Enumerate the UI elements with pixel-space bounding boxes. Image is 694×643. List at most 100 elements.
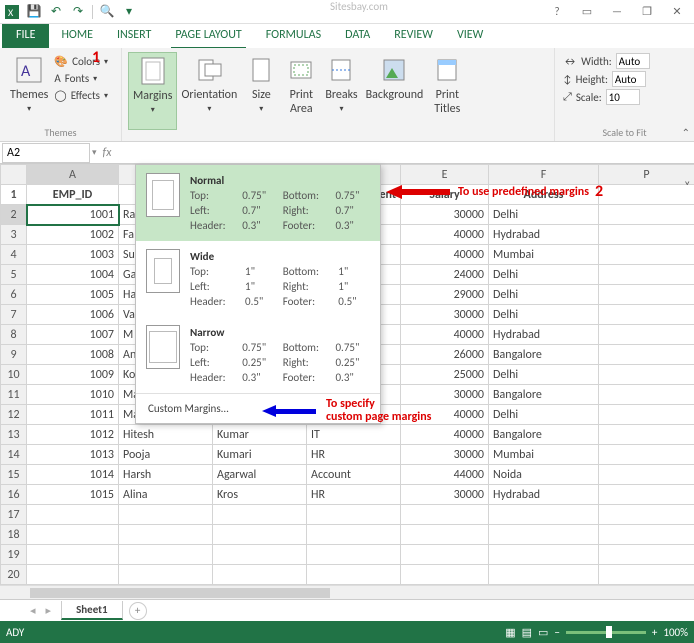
cell[interactable] bbox=[119, 525, 213, 545]
cell[interactable]: IT bbox=[307, 425, 401, 445]
cell[interactable] bbox=[307, 565, 401, 585]
cell[interactable]: 30000 bbox=[401, 485, 489, 505]
cell[interactable]: Delhi bbox=[489, 265, 599, 285]
cell[interactable] bbox=[599, 285, 694, 305]
cell[interactable] bbox=[599, 325, 694, 345]
cell[interactable] bbox=[213, 565, 307, 585]
cell[interactable]: 1005 bbox=[27, 285, 119, 305]
cell[interactable] bbox=[119, 545, 213, 565]
cell[interactable]: 40000 bbox=[401, 245, 489, 265]
zoom-out-icon[interactable]: − bbox=[554, 626, 559, 639]
cell[interactable]: Pooja bbox=[119, 445, 213, 465]
cell[interactable]: 40000 bbox=[401, 225, 489, 245]
close-icon[interactable]: ✕ bbox=[664, 2, 690, 22]
cell[interactable]: Bangalore bbox=[489, 425, 599, 445]
tab-insert[interactable]: INSERT bbox=[105, 24, 163, 48]
undo-icon[interactable]: ↶ bbox=[48, 4, 64, 20]
sheet-nav-next-icon[interactable]: ▸ bbox=[46, 604, 52, 617]
cell[interactable] bbox=[599, 505, 694, 525]
cell[interactable]: Bangalore bbox=[489, 345, 599, 365]
cell[interactable]: Kros bbox=[213, 485, 307, 505]
breaks-button[interactable]: Breaks▾ bbox=[321, 52, 361, 139]
view-normal-icon[interactable]: ▦ bbox=[505, 626, 515, 639]
ribbon-display-icon[interactable]: ▭ bbox=[574, 2, 600, 22]
cell[interactable]: 24000 bbox=[401, 265, 489, 285]
cell[interactable] bbox=[27, 565, 119, 585]
background-button[interactable]: Background bbox=[362, 52, 428, 139]
cell[interactable] bbox=[213, 545, 307, 565]
cell[interactable]: 29000 bbox=[401, 285, 489, 305]
row-header[interactable]: 5 bbox=[1, 265, 27, 285]
tab-view[interactable]: VIEW bbox=[445, 24, 495, 48]
cell[interactable] bbox=[599, 425, 694, 445]
row-header[interactable]: 14 bbox=[1, 445, 27, 465]
cell[interactable]: Delhi bbox=[489, 365, 599, 385]
cell[interactable] bbox=[599, 245, 694, 265]
cell[interactable]: 1015 bbox=[27, 485, 119, 505]
view-page-layout-icon[interactable]: ▤ bbox=[522, 626, 532, 639]
cell[interactable]: 40000 bbox=[401, 325, 489, 345]
name-box[interactable] bbox=[2, 143, 90, 163]
cell[interactable] bbox=[489, 525, 599, 545]
cell[interactable] bbox=[599, 545, 694, 565]
minimize-icon[interactable]: — bbox=[604, 2, 630, 22]
cell[interactable]: HR bbox=[307, 445, 401, 465]
cell[interactable] bbox=[489, 505, 599, 525]
cell[interactable]: 1006 bbox=[27, 305, 119, 325]
cell[interactable] bbox=[599, 465, 694, 485]
row-header[interactable]: 18 bbox=[1, 525, 27, 545]
print-titles-button[interactable]: Print Titles bbox=[427, 52, 467, 139]
help-icon[interactable]: ? bbox=[544, 2, 570, 22]
width-input[interactable] bbox=[616, 53, 650, 69]
size-button[interactable]: Size▾ bbox=[241, 52, 281, 139]
cell[interactable]: 1014 bbox=[27, 465, 119, 485]
row-header[interactable]: 11 bbox=[1, 385, 27, 405]
scale-width[interactable]: ↔Width: bbox=[561, 52, 688, 70]
cell[interactable]: 30000 bbox=[401, 445, 489, 465]
sheet-tab[interactable]: Sheet1 bbox=[61, 601, 123, 620]
cell[interactable] bbox=[599, 345, 694, 365]
margins-option-normal[interactable]: Normal Top:0.75"Bottom:0.75" Left:0.7"Ri… bbox=[136, 165, 380, 241]
cell[interactable] bbox=[599, 265, 694, 285]
scrollbar-thumb[interactable] bbox=[30, 588, 330, 598]
cell[interactable]: 40000 bbox=[401, 425, 489, 445]
cell[interactable] bbox=[599, 185, 694, 205]
scale-height[interactable]: ↕Height: bbox=[561, 70, 688, 88]
cell[interactable]: Harsh bbox=[119, 465, 213, 485]
cell[interactable] bbox=[599, 405, 694, 425]
cell[interactable] bbox=[307, 525, 401, 545]
cell[interactable] bbox=[599, 365, 694, 385]
cell[interactable] bbox=[27, 505, 119, 525]
qat-dropdown-icon[interactable]: ▾ bbox=[121, 4, 137, 20]
cell[interactable]: 26000 bbox=[401, 345, 489, 365]
cell[interactable]: Mumbai bbox=[489, 245, 599, 265]
cell[interactable]: Hydrabad bbox=[489, 325, 599, 345]
zoom-slider[interactable] bbox=[566, 631, 646, 634]
view-page-break-icon[interactable]: ▭ bbox=[538, 626, 548, 639]
colors-button[interactable]: 🎨Colors▾ bbox=[52, 54, 110, 69]
cell[interactable] bbox=[599, 225, 694, 245]
tab-file[interactable]: FILE bbox=[2, 24, 49, 48]
margins-button[interactable]: Margins ▾ bbox=[128, 52, 177, 130]
add-sheet-button[interactable]: + bbox=[129, 602, 147, 620]
cell[interactable] bbox=[119, 505, 213, 525]
cell[interactable] bbox=[213, 505, 307, 525]
cell[interactable]: Noida bbox=[489, 465, 599, 485]
cell[interactable]: EMP_ID bbox=[27, 185, 119, 205]
tab-review[interactable]: REVIEW bbox=[382, 24, 445, 48]
cell[interactable] bbox=[599, 445, 694, 465]
cell[interactable]: 44000 bbox=[401, 465, 489, 485]
cell[interactable]: Hydrabad bbox=[489, 485, 599, 505]
cell[interactable]: 1001 bbox=[27, 205, 119, 225]
row-header[interactable]: 9 bbox=[1, 345, 27, 365]
cell[interactable] bbox=[599, 485, 694, 505]
row-header[interactable]: 15 bbox=[1, 465, 27, 485]
select-all-corner[interactable] bbox=[1, 165, 27, 185]
cell[interactable] bbox=[599, 205, 694, 225]
row-header[interactable]: 20 bbox=[1, 565, 27, 585]
cell[interactable]: Delhi bbox=[489, 285, 599, 305]
tab-data[interactable]: DATA bbox=[333, 24, 382, 48]
save-icon[interactable]: 💾 bbox=[26, 4, 42, 20]
touch-mode-icon[interactable]: 🔍 bbox=[99, 4, 115, 20]
tab-page-layout[interactable]: PAGE LAYOUT bbox=[163, 24, 253, 48]
